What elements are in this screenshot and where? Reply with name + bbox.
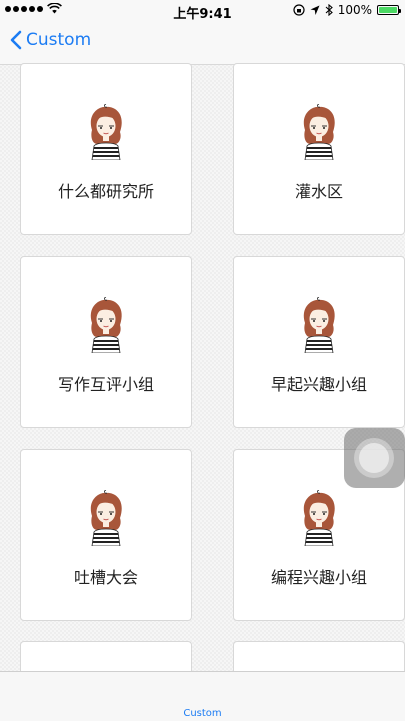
- girl-avatar-icon: [90, 490, 122, 546]
- group-name: 灌水区: [294, 182, 343, 201]
- back-label: Custom: [26, 30, 92, 50]
- group-card-partial[interactable]: [20, 641, 192, 671]
- bluetooth-icon: [325, 4, 333, 16]
- group-card[interactable]: 早起兴趣小组: [233, 256, 405, 428]
- girl-avatar-icon: [90, 297, 122, 353]
- assistive-inner-ring: [359, 443, 389, 473]
- group-name: 吐槽大会: [73, 568, 138, 587]
- tab-custom[interactable]: Custom: [0, 708, 405, 719]
- group-card[interactable]: 吐槽大会: [20, 449, 192, 621]
- lock-rotation-icon: [293, 4, 305, 16]
- battery-icon: [377, 5, 401, 15]
- group-card-partial[interactable]: [233, 641, 405, 671]
- group-name: 写作互评小组: [57, 375, 154, 394]
- back-button[interactable]: Custom: [10, 30, 91, 50]
- group-name: 编程兴趣小组: [270, 568, 367, 587]
- assistive-touch-button[interactable]: [344, 428, 405, 488]
- group-name: 什么都研究所: [57, 182, 154, 201]
- girl-avatar-icon: [303, 297, 335, 353]
- girl-avatar-icon: [303, 104, 335, 160]
- group-name: 早起兴趣小组: [270, 375, 367, 394]
- chevron-left-icon: [10, 30, 22, 50]
- tab-bar: Custom: [0, 671, 405, 721]
- girl-avatar-icon: [90, 104, 122, 160]
- status-bar: 上午9:41 100%: [0, 0, 405, 22]
- group-card[interactable]: 写作互评小组: [20, 256, 192, 428]
- navigation-bar: Custom: [0, 22, 405, 65]
- group-card[interactable]: 什么都研究所: [20, 63, 192, 235]
- location-icon: [310, 5, 320, 15]
- status-right: 100%: [293, 3, 401, 17]
- group-card[interactable]: 灌水区: [233, 63, 405, 235]
- battery-percent: 100%: [337, 3, 372, 17]
- girl-avatar-icon: [303, 490, 335, 546]
